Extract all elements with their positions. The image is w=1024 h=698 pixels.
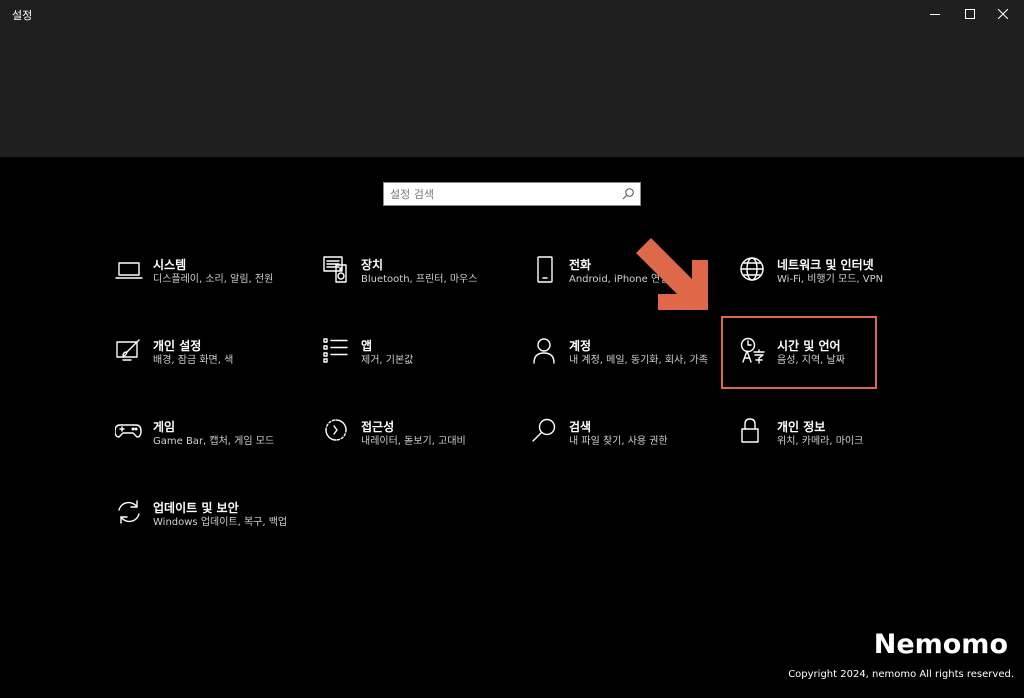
tile-description: 제거, 기본값 bbox=[361, 355, 414, 366]
tile-title: 접근성 bbox=[361, 420, 395, 434]
magnifier-icon bbox=[531, 418, 561, 448]
tile-personalization[interactable]: 개인 설정 배경, 잠금 화면, 색 bbox=[115, 337, 310, 397]
tile-devices[interactable]: 장치 Bluetooth, 프린터, 마우스 bbox=[323, 256, 518, 316]
tile-title: 전화 bbox=[569, 258, 592, 272]
tile-title: 게임 bbox=[153, 420, 176, 434]
tile-description: 내 계정, 메일, 동기화, 회사, 가족 bbox=[569, 355, 709, 366]
watermark-name: Nemomo bbox=[873, 629, 1008, 660]
tile-search[interactable]: 검색 내 파일 찾기, 사용 권한 bbox=[531, 418, 726, 478]
search-input[interactable] bbox=[384, 183, 614, 205]
tile-description: Bluetooth, 프린터, 마우스 bbox=[361, 274, 478, 285]
refresh-icon bbox=[115, 499, 145, 529]
tile-title: 검색 bbox=[569, 420, 592, 434]
minimize-icon bbox=[930, 14, 940, 15]
tile-network[interactable]: 네트워크 및 인터넷 Wi-Fi, 비행기 모드, VPN bbox=[739, 256, 934, 316]
tile-title: 장치 bbox=[361, 258, 384, 272]
tile-privacy[interactable]: 개인 정보 위치, 카메라, 마이크 bbox=[739, 418, 934, 478]
tile-title: 개인 정보 bbox=[777, 420, 826, 434]
tile-description: Game Bar, 캡처, 게임 모드 bbox=[153, 436, 275, 447]
close-icon bbox=[998, 9, 1008, 19]
title-bar: 설정 bbox=[0, 0, 1024, 157]
search-box[interactable] bbox=[382, 181, 642, 207]
tile-title: 업데이트 및 보안 bbox=[153, 501, 239, 515]
paint-brush-icon bbox=[115, 337, 145, 367]
tile-gaming[interactable]: 게임 Game Bar, 캡처, 게임 모드 bbox=[114, 418, 310, 478]
tile-description: 내 파일 찾기, 사용 권한 bbox=[569, 436, 668, 447]
tile-description: 내레이터, 돋보기, 고대비 bbox=[361, 436, 466, 447]
tile-apps[interactable]: 앱 제거, 기본값 bbox=[323, 337, 518, 397]
tile-title: 시스템 bbox=[153, 258, 187, 272]
tile-title: 네트워크 및 인터넷 bbox=[777, 258, 874, 272]
tile-title: 개인 설정 bbox=[153, 339, 202, 353]
game-controller-icon bbox=[114, 418, 145, 448]
maximize-icon bbox=[965, 9, 975, 19]
lock-icon bbox=[739, 418, 769, 448]
tile-description: 디스플레이, 소리, 알림, 전원 bbox=[153, 274, 274, 285]
app-title: 설정 bbox=[12, 9, 33, 22]
highlight-box bbox=[721, 316, 877, 389]
phone-icon bbox=[531, 256, 561, 286]
person-icon bbox=[531, 337, 561, 367]
accessibility-icon bbox=[323, 418, 353, 448]
laptop-icon bbox=[115, 256, 145, 286]
keyboard-speaker-icon bbox=[323, 256, 353, 286]
tile-title: 계정 bbox=[569, 339, 592, 353]
tile-description: 위치, 카메라, 마이크 bbox=[777, 436, 864, 447]
search-icon[interactable] bbox=[622, 188, 634, 200]
globe-icon bbox=[739, 256, 769, 286]
watermark-copyright: Copyright 2024, nemomo All rights reserv… bbox=[788, 669, 1014, 680]
tile-description: 배경, 잠금 화면, 색 bbox=[153, 355, 234, 366]
app-list-icon bbox=[323, 337, 353, 367]
tile-update-security[interactable]: 업데이트 및 보안 Windows 업데이트, 복구, 백업 bbox=[115, 499, 310, 559]
annotation-arrow-icon bbox=[636, 238, 708, 310]
tile-description: Windows 업데이트, 복구, 백업 bbox=[153, 517, 288, 528]
tile-system[interactable]: 시스템 디스플레이, 소리, 알림, 전원 bbox=[115, 256, 310, 316]
tile-description: Wi-Fi, 비행기 모드, VPN bbox=[777, 274, 884, 285]
tile-accessibility[interactable]: 접근성 내레이터, 돋보기, 고대비 bbox=[323, 418, 518, 478]
close-button[interactable] bbox=[980, 0, 1024, 28]
tile-title: 앱 bbox=[361, 339, 373, 353]
tile-accounts[interactable]: 계정 내 계정, 메일, 동기화, 회사, 가족 bbox=[531, 337, 726, 397]
